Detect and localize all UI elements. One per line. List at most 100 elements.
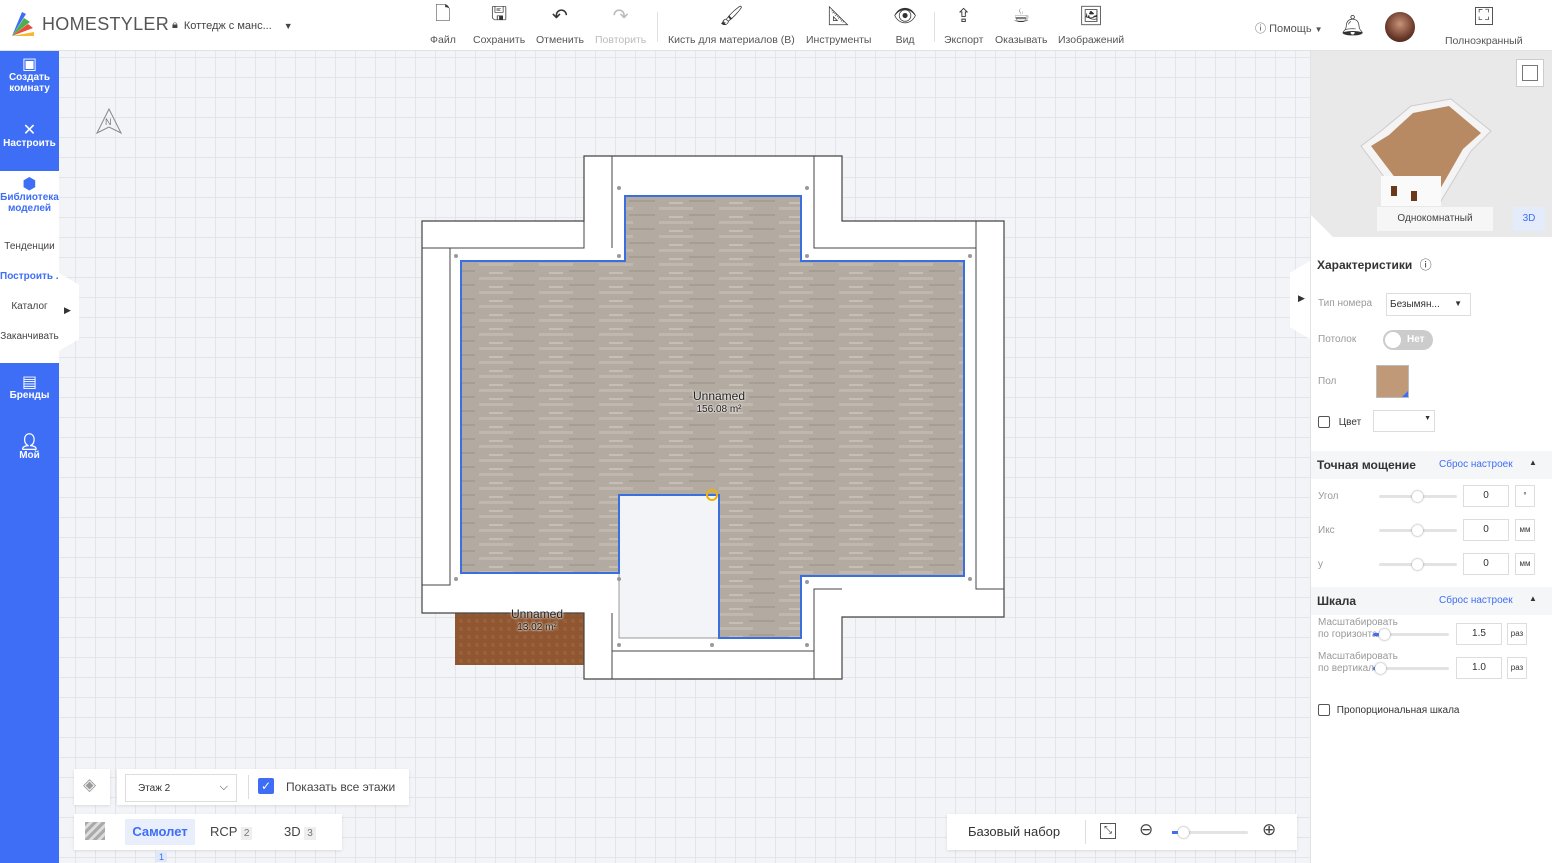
caret-down-icon: ▼ <box>1454 299 1462 308</box>
document-title-dropdown[interactable]: 🔒︎ Коттедж с манс... ▼ <box>172 19 293 32</box>
caret-down-icon: ▼ <box>283 20 293 31</box>
help-dropdown[interactable]: ⓘ Помощь ▼ <box>1255 20 1323 36</box>
room-icon: ▣ <box>21 56 38 73</box>
scale-reset-link[interactable]: Сброс настроек <box>1439 595 1513 606</box>
angle-input[interactable]: 0 <box>1463 485 1509 507</box>
floor-controls: Этаж 2 ⌵ ✓ Показать все этажи <box>117 769 409 805</box>
tab-rcp[interactable]: RCP 2 <box>210 824 253 840</box>
zoom-bar: Базовый набор ⤡ ⊖ ⊕ <box>947 814 1297 850</box>
sidebar-sub-build[interactable]: Построить ... <box>0 271 59 282</box>
hatch-icon <box>85 822 105 840</box>
sidebar-item-customize[interactable]: ✕ Настроить <box>0 123 59 150</box>
images-button[interactable]: 🖼︎ Изображений <box>1058 4 1124 46</box>
color-checkbox[interactable] <box>1318 416 1330 428</box>
show-all-floors-checkbox[interactable]: ✓ <box>258 778 274 794</box>
proportional-scale-checkbox[interactable] <box>1318 704 1330 716</box>
teapot-icon: ☕︎ <box>1012 5 1030 27</box>
collapse-icon[interactable]: ▲ <box>1529 458 1537 467</box>
sidebar-item-brands[interactable]: ▤ Бренды <box>0 374 59 402</box>
render-button[interactable]: ☕︎ Оказывать <box>995 4 1047 47</box>
floor-material-swatch[interactable] <box>1376 365 1409 398</box>
preset-dropdown[interactable]: Базовый набор <box>968 824 1060 839</box>
angle-slider[interactable] <box>1379 491 1457 502</box>
avatar[interactable] <box>1385 12 1415 42</box>
house-3d-thumbnail <box>1360 98 1492 206</box>
fullscreen-icon: ⛶ <box>1474 7 1493 25</box>
box-icon: ⬢ <box>22 176 37 193</box>
y-offset-slider[interactable] <box>1379 559 1457 570</box>
tools-button[interactable]: 📐︎ Инструменты <box>806 4 871 46</box>
sidebar-sub-trends[interactable]: Тенденции <box>0 241 59 252</box>
collapse-icon[interactable]: ▲ <box>1529 594 1537 603</box>
ceiling-toggle[interactable]: Нет <box>1383 330 1433 350</box>
resize-handle-icon[interactable] <box>1311 215 1333 237</box>
caret-down-icon: ▼ <box>1314 25 1323 34</box>
stair-opening <box>618 494 720 639</box>
info-icon[interactable]: ⓘ <box>1420 258 1432 272</box>
room-type-select[interactable]: Безымян... ▼ <box>1386 293 1471 316</box>
divider <box>657 12 658 42</box>
fit-view-icon[interactable]: ⤡ <box>1100 823 1116 839</box>
y-offset-input[interactable]: 0 <box>1463 553 1509 575</box>
export-button[interactable]: ⇪ Экспорт <box>944 4 983 47</box>
horizontal-scale-input[interactable]: 1.5 <box>1456 623 1502 645</box>
preview-3d-button[interactable]: 3D <box>1513 207 1545 231</box>
color-select[interactable]: ▼ <box>1373 410 1435 432</box>
room-label-main[interactable]: Unnamed 156.08 m² <box>669 390 769 416</box>
3d-preview[interactable]: Однокомнатный 3D <box>1311 51 1552 237</box>
sidebar-item-create-room[interactable]: ▣ Создать комнату <box>0 56 59 95</box>
view-tabs: Самолет RCP 2 3D 3 <box>74 814 342 850</box>
question-icon: ⓘ <box>1255 23 1266 35</box>
scale-section-header[interactable]: Шкала Сброс настроек ▲ <box>1311 587 1552 615</box>
homestyler-logo-icon <box>12 12 34 36</box>
undo-button[interactable]: ↶ Отменить <box>536 4 584 47</box>
store-icon: ▤ <box>21 374 38 391</box>
logo[interactable]: HOMESTYLER <box>10 10 169 38</box>
room-label-small[interactable]: Unnamed 13.02 m² <box>487 608 587 634</box>
layers-button[interactable]: ◈ <box>74 769 110 805</box>
x-offset-slider[interactable] <box>1379 525 1457 536</box>
tiling-section-header[interactable]: Точная мощение Сброс настроек ▲ <box>1311 451 1552 479</box>
user-icon: 👤︎ <box>19 434 40 451</box>
save-icon: 🖫 <box>490 4 508 25</box>
divider <box>934 12 935 42</box>
zoom-slider[interactable] <box>1172 827 1248 838</box>
top-bar: HOMESTYLER 🔒︎ Коттедж с манс... ▼ 🗋 Файл … <box>0 0 1552 51</box>
fullscreen-button[interactable]: ⛶ Полноэкранный <box>1445 4 1523 47</box>
horizontal-scale-slider[interactable] <box>1373 629 1449 640</box>
floor-select[interactable]: Этаж 2 ⌵ <box>125 774 237 802</box>
material-brush-button[interactable]: 🖌︎ Кисть для материалов (B) <box>668 4 795 46</box>
save-button[interactable]: 🖫 Сохранить <box>473 4 525 46</box>
file-button[interactable]: 🗋 Файл <box>430 4 456 46</box>
floor-plan: N <box>95 107 1005 680</box>
expand-preview-icon[interactable] <box>1516 59 1544 87</box>
redo-icon: ↷ <box>612 5 629 27</box>
brush-icon: 🖌︎ <box>719 6 744 27</box>
sidebar-item-model-library[interactable]: ⬢ Библиотека моделей <box>0 176 59 215</box>
redo-button[interactable]: ↷ Повторить <box>595 4 646 47</box>
tab-plan[interactable]: Самолет <box>125 819 195 845</box>
preview-mode-button[interactable]: Однокомнатный <box>1377 207 1493 231</box>
zoom-out-icon[interactable]: ⊖ <box>1139 820 1153 840</box>
caret-down-icon: ▼ <box>1424 415 1431 422</box>
x-offset-input[interactable]: 0 <box>1463 519 1509 541</box>
tools-icon: 📐︎ <box>826 6 851 27</box>
zoom-in-icon[interactable]: ⊕ <box>1262 820 1276 840</box>
tiling-reset-link[interactable]: Сброс настроек <box>1439 459 1513 470</box>
bell-icon[interactable]: 🔔︎ <box>1340 13 1365 38</box>
tab-3d[interactable]: 3D 3 <box>284 824 316 840</box>
properties-panel: Однокомнатный 3D Характеристики ⓘ Тип но… <box>1310 51 1552 863</box>
file-icon: 🗋 <box>435 4 451 25</box>
floor-plan-canvas[interactable]: ▶ ▶ N Unnamed 156.08 m² Unnamed 13.02 m² ◈… <box>59 51 1310 863</box>
compass-label: N <box>105 117 112 127</box>
color-checkbox-row[interactable]: Цвет <box>1318 416 1361 428</box>
sidebar-item-my[interactable]: 👤︎ Мой <box>0 434 59 462</box>
sidebar-sub-finish[interactable]: Заканчивать <box>0 331 59 342</box>
sidebar-sub-catalog[interactable]: Каталог <box>0 301 59 312</box>
eye-icon: 👁︎ <box>893 6 918 27</box>
lock-icon: 🔒︎ <box>172 19 178 31</box>
vertical-scale-slider[interactable] <box>1373 663 1449 674</box>
vertical-scale-input[interactable]: 1.0 <box>1456 657 1502 679</box>
proportional-scale-row[interactable]: Пропорциональная шкала <box>1318 704 1460 716</box>
view-button[interactable]: 👁︎ Вид <box>893 4 917 46</box>
